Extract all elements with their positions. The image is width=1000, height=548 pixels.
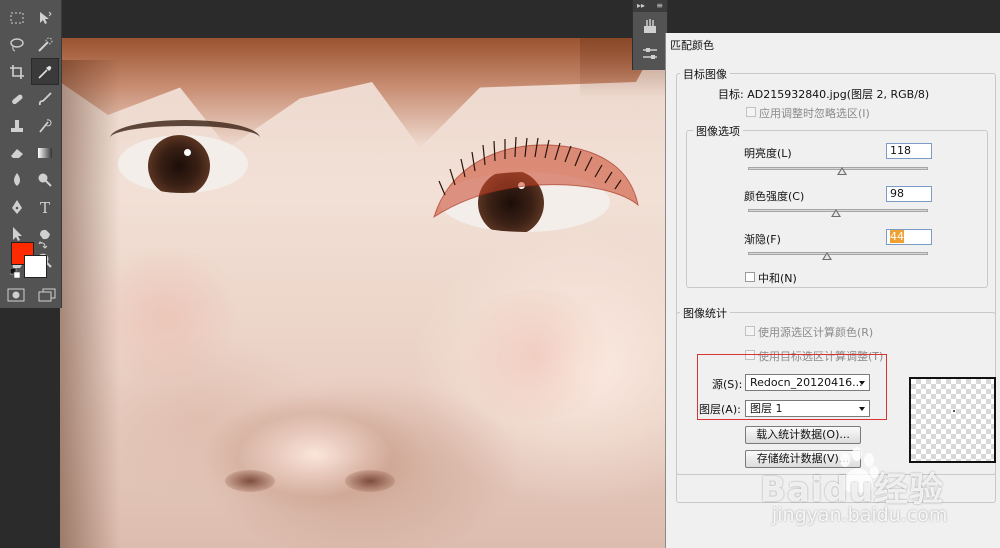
healing-brush-icon [12,94,23,104]
move-icon [40,11,52,24]
fade-slider-thumb[interactable] [822,252,833,260]
lasso-tool[interactable] [3,31,31,58]
history-brush-tool[interactable] [31,112,59,139]
quick-mask-icon[interactable] [7,288,25,302]
source-dropdown-arrow-icon [859,381,865,385]
screen-mode-icon[interactable] [38,288,56,302]
default-colors-icon[interactable] [10,268,20,278]
gradient-icon [38,147,52,158]
image-options-legend: 图像选项 [693,123,743,139]
eyedropper-icon [38,65,52,79]
gradient-tool[interactable] [31,139,59,166]
use-source-selection-label: 使用源选区计算颜色(R) [758,326,874,339]
healing-brush-tool[interactable] [3,85,31,112]
brushes-panel-button[interactable] [633,12,667,40]
neutralize-checkbox[interactable] [745,272,755,282]
collapsed-panel-strip: ▸▸ ≡ [632,0,668,70]
pen-tool[interactable] [3,193,31,220]
neutralize-label: 中和(N) [758,272,797,285]
fade-label: 渐隐(F) [744,233,781,246]
luminance-input[interactable]: 118 [886,143,932,159]
intensity-input[interactable]: 98 [886,186,932,202]
eraser-tool[interactable] [3,139,31,166]
intensity-slider-thumb[interactable] [831,209,842,217]
expand-icon[interactable]: ▸▸ [637,2,645,10]
clone-stamp-tool[interactable] [3,112,31,139]
fade-slider-track[interactable] [748,252,928,255]
quick-selection-icon [38,37,53,52]
blur-icon [14,172,20,186]
pen-icon [12,199,22,214]
photo-nostril-left [225,470,275,492]
quick-selection-tool[interactable] [31,31,59,58]
marquee-icon [10,12,24,23]
dodge-icon [38,173,52,187]
adjustments-panel-button[interactable] [633,40,667,68]
type-tool[interactable]: T [31,193,59,220]
tool-grid: T [3,4,59,274]
crop-icon [10,64,24,79]
strip-header: ▸▸ ≡ [633,0,667,12]
svg-text:T: T [40,199,50,216]
lasso-icon [10,37,24,51]
intensity-label: 颜色强度(C) [744,190,805,203]
luminance-slider-thumb[interactable] [836,167,847,175]
image-statistics-legend: 图像统计 [680,305,730,321]
source-label: 源(S): [712,378,743,391]
brush-tool[interactable] [31,85,59,112]
load-statistics-button[interactable]: 载入统计数据(O)... [745,426,861,444]
eyelash-selection-overlay [433,136,639,219]
layer-label: 图层(A): [699,403,741,416]
target-image-legend: 目标图像 [680,66,730,82]
swap-colors-icon[interactable] [38,240,48,250]
mode-row [0,285,62,305]
target-file-text: 目标: AD215932840.jpg(图层 2, RGB/8) [718,88,930,101]
luminance-label: 明亮度(L) [744,147,792,160]
ignore-selection-label: 应用调整时忽略选区(I) [759,107,870,120]
clone-stamp-icon [11,119,23,132]
brushes-panel-icon [644,19,656,33]
photo-eye-left [118,135,248,193]
watermark-url: jingyan.baidu.com [772,504,948,526]
marquee-tool[interactable] [3,4,31,31]
photo-cheek-right [450,290,620,420]
source-value: Redocn_20120416... [750,376,863,389]
crop-tool[interactable] [3,58,31,85]
dodge-tool[interactable] [31,166,59,193]
type-icon: T [40,199,50,216]
statistics-preview-thumbnail [909,377,996,463]
eyedropper-tool[interactable] [31,58,59,85]
layer-dropdown-arrow-icon [859,407,865,411]
background-color-swatch[interactable] [24,255,47,278]
dialog-title: 匹配颜色 [670,39,714,52]
blur-tool[interactable] [3,166,31,193]
path-selection-icon [13,226,22,241]
photo-cheek-left [80,250,250,380]
tools-panel: T [0,0,62,308]
layer-select[interactable]: 图层 1 [745,400,870,417]
layer-value: 图层 1 [750,402,783,415]
adjustments-panel-icon [643,48,657,59]
use-source-selection-checkbox[interactable] [745,326,755,336]
move-tool[interactable] [31,4,59,31]
eraser-icon [11,148,23,158]
photo-nose [200,370,430,520]
history-brush-icon [39,118,52,133]
strip-menu-icon[interactable]: ≡ [656,2,663,10]
ignore-selection-checkbox[interactable] [746,107,756,117]
brush-icon [38,91,52,105]
source-select[interactable]: Redocn_20120416... [745,374,870,391]
fade-input[interactable]: 44 [886,229,932,245]
photo-nostril-right [345,470,395,492]
